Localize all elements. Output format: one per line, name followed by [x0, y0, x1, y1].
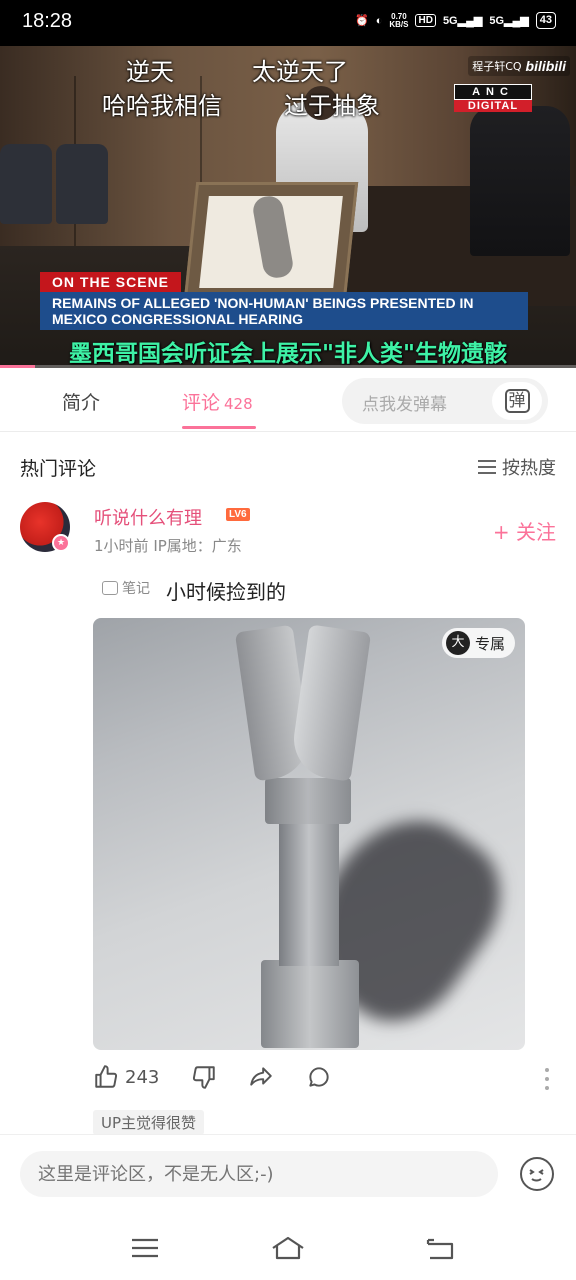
- image-statue-column: [279, 824, 339, 966]
- danmaku-input[interactable]: 点我发弹幕 弹: [342, 378, 548, 424]
- back-nav-button[interactable]: [422, 1234, 456, 1262]
- share-icon: [250, 1067, 272, 1086]
- video-scene-chair: [0, 144, 52, 224]
- bilibili-logo: bilibili: [525, 58, 566, 74]
- avatar-badge-icon: ★: [52, 534, 70, 552]
- system-nav-bar: [0, 1214, 576, 1280]
- tab-intro[interactable]: 简介: [62, 388, 100, 415]
- comment-meta: 1小时前 IP属地：广东: [94, 535, 242, 556]
- comment-input-bar: [0, 1134, 576, 1214]
- back-icon: [426, 1238, 454, 1260]
- video-scene-person: [470, 106, 570, 256]
- net-speed: 0.70 KB/S: [389, 11, 409, 29]
- danmaku-icon: 弹: [504, 389, 530, 413]
- sort-icon: [478, 460, 496, 474]
- image-statue-top-right: [288, 624, 372, 782]
- headline-line: MEXICO CONGRESSIONAL HEARING: [52, 311, 303, 327]
- image-statue-base: [261, 960, 359, 1048]
- video-progress-bar[interactable]: [0, 365, 576, 368]
- share-button[interactable]: [247, 1064, 275, 1094]
- thumbs-up-icon: [95, 1065, 118, 1088]
- more-options-button[interactable]: [545, 1068, 549, 1090]
- comment-count: 428: [224, 395, 253, 413]
- note-icon: [102, 581, 118, 595]
- sort-label: 按热度: [502, 458, 556, 479]
- danmaku-text: 逆天: [126, 58, 174, 86]
- sort-button[interactable]: 按热度: [478, 454, 556, 480]
- exclusive-badge: 大 专属: [441, 628, 515, 658]
- like-count: 243: [125, 1066, 160, 1088]
- dislike-button[interactable]: [191, 1064, 217, 1094]
- emoji-icon: [529, 1169, 544, 1182]
- alarm-icon: ⏰: [355, 15, 369, 27]
- reply-button[interactable]: [305, 1064, 333, 1094]
- comment-image[interactable]: 大 专属: [93, 618, 525, 1050]
- comment-ip: IP属地：广东: [153, 537, 242, 555]
- exclusive-label: 专属: [474, 634, 505, 653]
- status-time: 18:28: [22, 10, 73, 32]
- active-tab-indicator: [182, 426, 256, 429]
- on-scene-label: ON THE SCENE: [40, 272, 182, 292]
- comment-text: 小时候捡到的: [166, 580, 286, 604]
- video-watermark: 程子轩CQ bilibili: [468, 56, 570, 76]
- hot-comments-header: 热门评论 按热度: [0, 440, 576, 492]
- danmaku-text: 过于抽象: [284, 92, 380, 120]
- home-nav-button[interactable]: [270, 1234, 304, 1262]
- tab-comments-label: 评论: [182, 392, 221, 414]
- tab-comments[interactable]: 评论 428: [182, 388, 253, 415]
- headline-line: REMAINS OF ALLEGED 'NON-HUMAN' BEINGS PR…: [52, 295, 474, 311]
- exclusive-icon: 大: [445, 631, 470, 655]
- comment-input[interactable]: [20, 1151, 498, 1197]
- signal-icon: 5G▂▄▆: [489, 15, 529, 27]
- emoji-button[interactable]: [520, 1157, 554, 1191]
- danmaku-text: 哈哈我相信: [102, 92, 222, 120]
- moon-icon: ◐: [375, 14, 383, 27]
- comment-actions: 243: [93, 1064, 553, 1096]
- video-caption: 墨西哥国会听证会上展示"非人类"生物遗骸: [69, 341, 507, 367]
- up-liked-tag: UP主觉得很赞: [93, 1110, 205, 1135]
- tab-bar: 简介 评论 428 点我发弹幕 弹: [0, 370, 576, 432]
- danmaku-toggle-button[interactable]: 弹: [492, 382, 542, 420]
- more-dot-icon: [545, 1077, 549, 1081]
- follow-button[interactable]: + 关注: [493, 516, 556, 545]
- more-dot-icon: [545, 1086, 549, 1090]
- note-tag-label: 笔记: [122, 581, 150, 597]
- danmaku-placeholder: 点我发弹幕: [362, 395, 447, 415]
- more-dot-icon: [545, 1068, 549, 1072]
- news-headline: REMAINS OF ALLEGED 'NON-HUMAN' BEINGS PR…: [40, 292, 528, 330]
- anc-logo: ANC DIGITAL: [454, 84, 532, 112]
- comment-username[interactable]: 听说什么有理: [94, 504, 202, 530]
- video-progress-fill: [0, 365, 35, 368]
- anc-logo-top: ANC: [454, 84, 532, 100]
- comment-time: 1小时前: [94, 537, 149, 555]
- image-statue-capital: [265, 778, 351, 824]
- status-bar: 18:28 ⏰ ◐ 0.70 KB/S HD 5G▂▄▆ 5G▂▄▆ 43: [0, 0, 576, 46]
- battery-icon: 43: [535, 12, 556, 29]
- like-button[interactable]: 243: [93, 1064, 159, 1090]
- home-icon: [272, 1236, 304, 1260]
- status-icons: ⏰ ◐ 0.70 KB/S HD 5G▂▄▆ 5G▂▄▆ 43: [355, 12, 556, 29]
- hd-icon: HD: [415, 14, 436, 27]
- danmaku-text: 太逆天了: [252, 58, 348, 86]
- comment-bubble-icon: [309, 1067, 329, 1087]
- signal-icon: 5G▂▄▆: [442, 15, 483, 27]
- watermark-user: 程子轩CQ: [472, 60, 522, 73]
- section-title: 热门评论: [20, 458, 97, 480]
- thumbs-down-icon: [192, 1066, 215, 1089]
- video-player[interactable]: 逆天 太逆天了 哈哈我相信 过于抽象 程子轩CQ bilibili ANC DI…: [0, 46, 576, 368]
- level-badge: LV6: [226, 508, 250, 521]
- video-scene-chair: [56, 144, 108, 224]
- note-tag[interactable]: 笔记: [102, 578, 150, 598]
- menu-nav-button[interactable]: [128, 1234, 162, 1262]
- anc-logo-bottom: DIGITAL: [454, 100, 532, 112]
- menu-icon: [132, 1238, 158, 1258]
